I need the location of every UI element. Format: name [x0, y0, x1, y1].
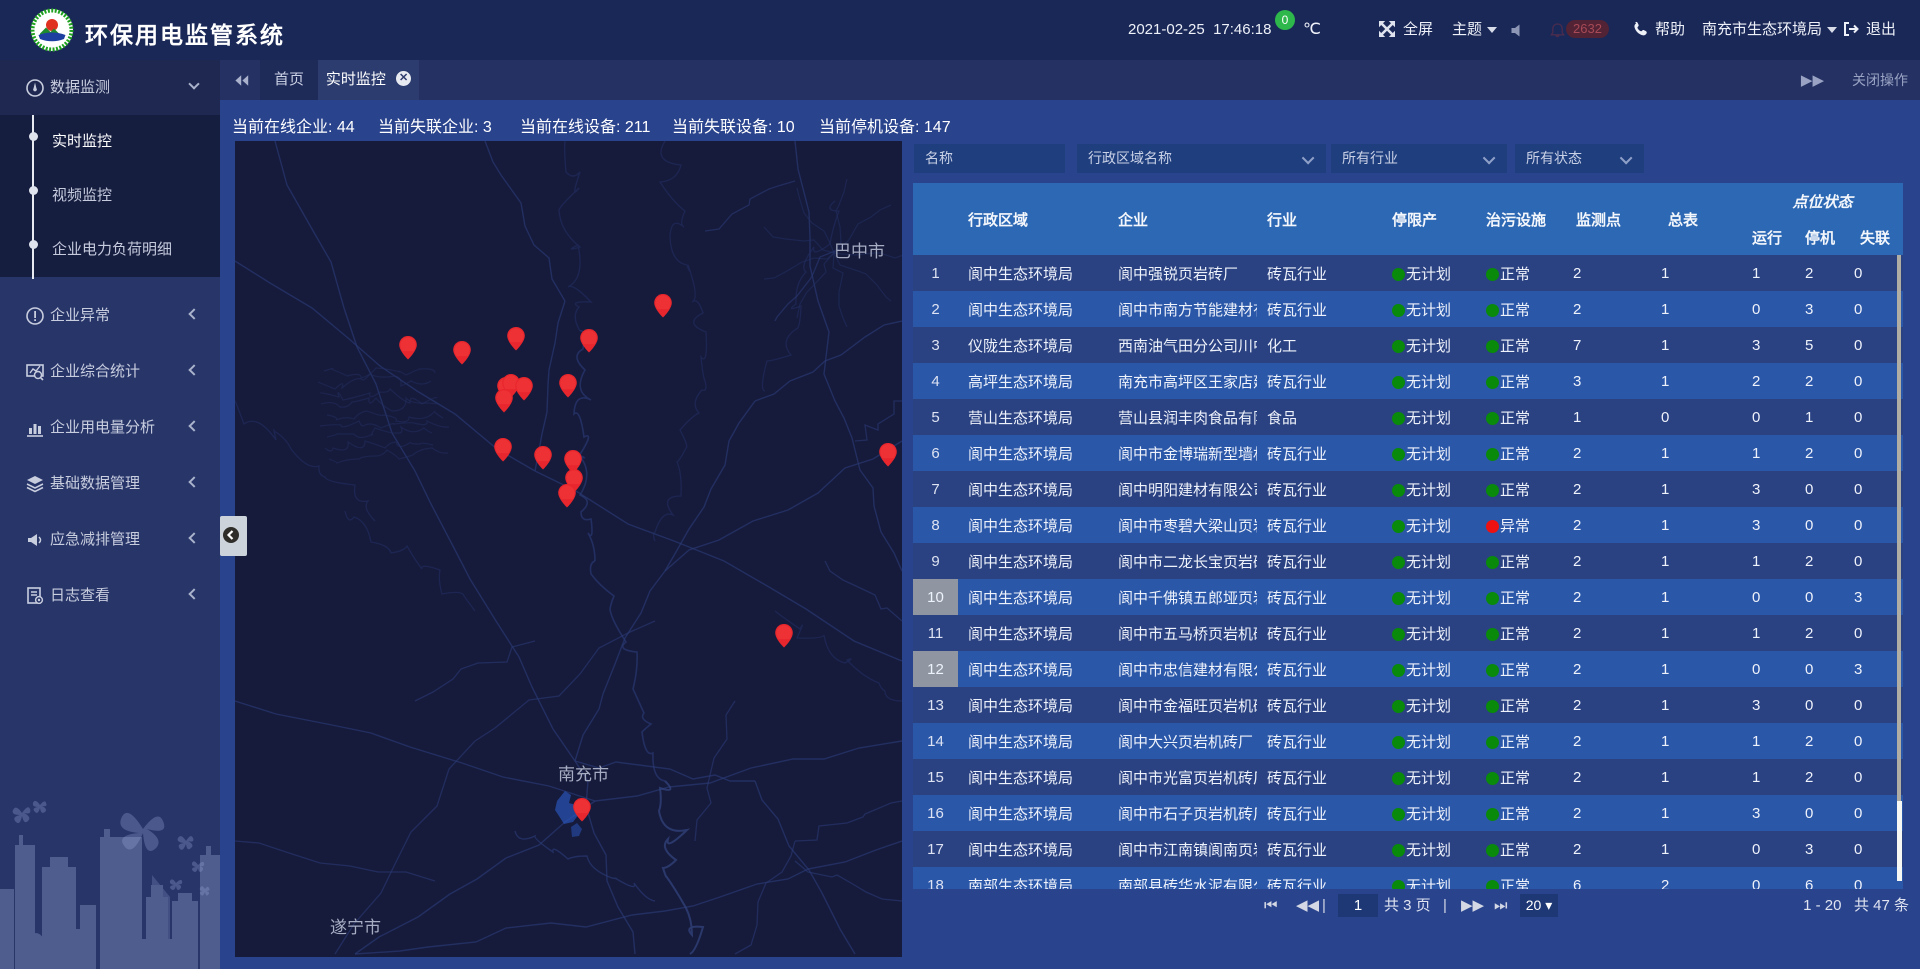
svg-text:南充市: 南充市 — [558, 765, 609, 784]
svg-text:遂宁市: 遂宁市 — [330, 918, 381, 937]
svg-text:巴中市: 巴中市 — [834, 242, 885, 261]
